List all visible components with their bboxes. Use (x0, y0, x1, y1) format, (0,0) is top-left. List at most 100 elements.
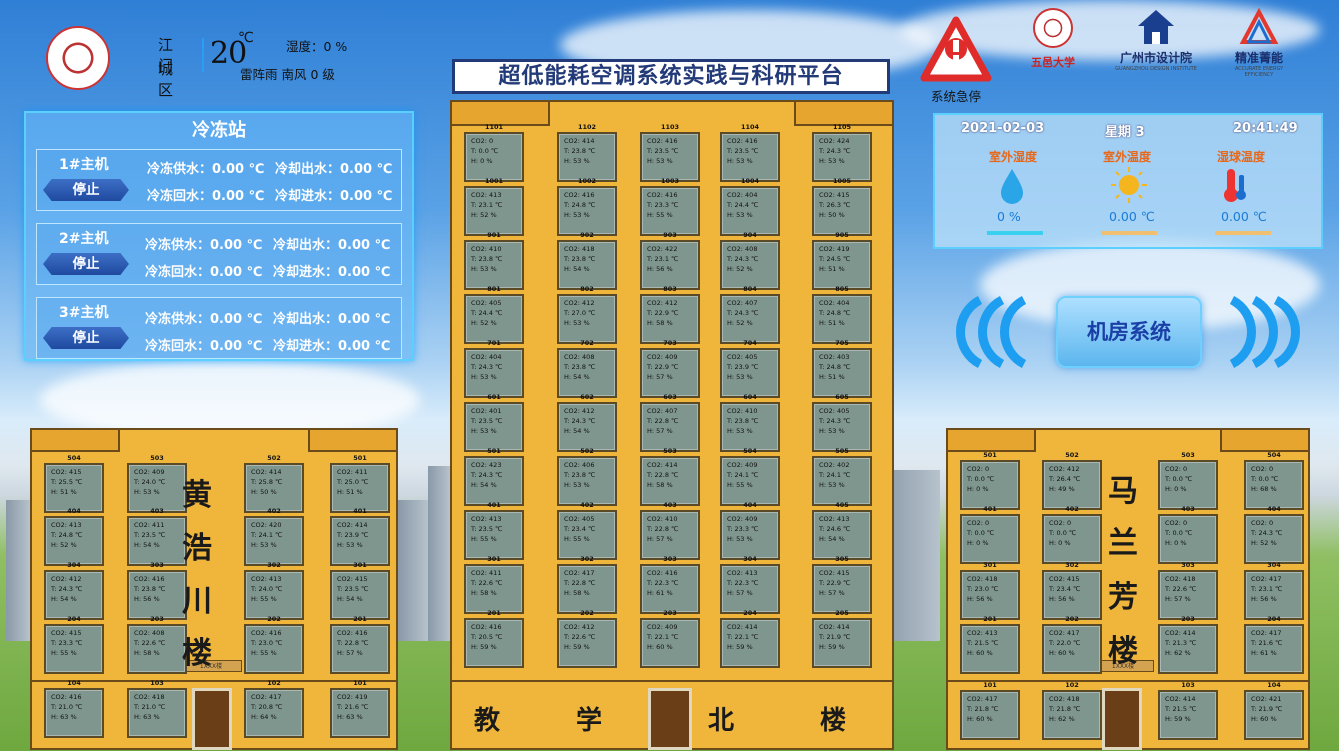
room-sensor-card[interactable]: CO2: 416 T: 23.5 ℃ H: 53 % (640, 132, 700, 182)
room-sensor-card[interactable]: CO2: 0 T: 24.3 ℃ H: 52 % (1244, 514, 1304, 564)
room-sensor-card[interactable]: CO2: 413 T: 24.6 ℃ H: 54 % (812, 510, 872, 560)
room-sensor-card[interactable]: CO2: 408 T: 22.6 ℃ H: 58 % (127, 624, 187, 674)
room-sensor-card[interactable]: CO2: 418 T: 23.8 ℃ H: 54 % (557, 240, 617, 290)
room-sensor-card[interactable]: CO2: 412 T: 27.0 ℃ H: 53 % (557, 294, 617, 344)
room-sensor-card[interactable]: CO2: 0 T: 0.0 ℃ H: 0 % (1042, 514, 1102, 564)
room-sensor-card[interactable]: CO2: 419 T: 21.6 ℃ H: 63 % (330, 688, 390, 738)
room-sensor-card[interactable]: CO2: 418 T: 23.0 ℃ H: 56 % (960, 570, 1020, 620)
room-sensor-card[interactable]: CO2: 408 T: 24.3 ℃ H: 52 % (720, 240, 780, 290)
room-sensor-card[interactable]: CO2: 412 T: 24.3 ℃ H: 54 % (44, 570, 104, 620)
room-sensor-card[interactable]: CO2: 412 T: 24.3 ℃ H: 54 % (557, 402, 617, 452)
room-sensor-card[interactable]: CO2: 415 T: 23.4 ℃ H: 56 % (1042, 570, 1102, 620)
room-sensor-card[interactable]: CO2: 415 T: 23.3 ℃ H: 55 % (44, 624, 104, 674)
room-sensor-card[interactable]: CO2: 416 T: 23.0 ℃ H: 55 % (244, 624, 304, 674)
room-sensor-card[interactable]: CO2: 417 T: 21.6 ℃ H: 61 % (1244, 624, 1304, 674)
room-sensor-card[interactable]: CO2: 416 T: 23.5 ℃ H: 53 % (720, 132, 780, 182)
room-sensor-card[interactable]: CO2: 416 T: 23.8 ℃ H: 56 % (127, 570, 187, 620)
room-sensor-card[interactable]: CO2: 414 T: 22.8 ℃ H: 58 % (640, 456, 700, 506)
room-sensor-card[interactable]: CO2: 414 T: 21.9 ℃ H: 59 % (812, 618, 872, 668)
room-sensor-card[interactable]: CO2: 410 T: 23.8 ℃ H: 53 % (464, 240, 524, 290)
room-sensor-card[interactable]: CO2: 405 T: 24.3 ℃ H: 53 % (812, 402, 872, 452)
room-sensor-card[interactable]: CO2: 0 T: 0.0 ℃ H: 0 % (1158, 460, 1218, 510)
room-sensor-card[interactable]: CO2: 405 T: 24.4 ℃ H: 52 % (464, 294, 524, 344)
room-sensor-card[interactable]: CO2: 412 T: 22.9 ℃ H: 58 % (640, 294, 700, 344)
room-sensor-card[interactable]: CO2: 415 T: 23.5 ℃ H: 54 % (330, 570, 390, 620)
room-sensor-card[interactable]: CO2: 405 T: 23.9 ℃ H: 53 % (720, 348, 780, 398)
room-sensor-card[interactable]: CO2: 0 T: 0.0 ℃ H: 0 % (960, 460, 1020, 510)
host-stop-button[interactable]: 停止 (43, 327, 129, 349)
room-sensor-card[interactable]: CO2: 415 T: 22.9 ℃ H: 57 % (812, 564, 872, 614)
room-sensor-card[interactable]: CO2: 410 T: 22.8 ℃ H: 57 % (640, 510, 700, 560)
cooling-in-temp: 冷却进水：0.00 ℃ (275, 189, 393, 204)
room-sensor-card[interactable]: CO2: 409 T: 24.1 ℃ H: 55 % (720, 456, 780, 506)
room-sensor-card[interactable]: CO2: 412 T: 22.6 ℃ H: 59 % (557, 618, 617, 668)
room-sensor-card[interactable]: CO2: 416 T: 21.0 ℃ H: 63 % (44, 688, 104, 738)
room-sensor-card[interactable]: CO2: 403 T: 24.8 ℃ H: 51 % (812, 348, 872, 398)
room-sensor-card[interactable]: CO2: 414 T: 23.8 ℃ H: 53 % (557, 132, 617, 182)
room-sensor-card[interactable]: CO2: 402 T: 24.1 ℃ H: 53 % (812, 456, 872, 506)
room-sensor-card[interactable]: CO2: 422 T: 23.1 ℃ H: 56 % (640, 240, 700, 290)
room-sensor-card[interactable]: CO2: 416 T: 24.8 ℃ H: 53 % (557, 186, 617, 236)
room-sensor-card[interactable]: CO2: 415 T: 25.5 ℃ H: 51 % (44, 463, 104, 513)
room-sensor-card[interactable]: CO2: 404 T: 24.3 ℃ H: 53 % (464, 348, 524, 398)
room-sensor-card[interactable]: CO2: 414 T: 25.8 ℃ H: 50 % (244, 463, 304, 513)
room-sensor-card[interactable]: CO2: 416 T: 20.5 ℃ H: 59 % (464, 618, 524, 668)
room-sensor-card[interactable]: CO2: 415 T: 26.3 ℃ H: 50 % (812, 186, 872, 236)
room-sensor-card[interactable]: CO2: 417 T: 22.0 ℃ H: 60 % (1042, 624, 1102, 674)
room-sensor-card[interactable]: CO2: 414 T: 21.5 ℃ H: 59 % (1158, 690, 1218, 740)
room-sensor-card[interactable]: CO2: 413 T: 23.1 ℃ H: 52 % (464, 186, 524, 236)
room-sensor-card[interactable]: CO2: 0 T: 0.0 ℃ H: 0 % (1158, 514, 1218, 564)
room-sensor-card[interactable]: CO2: 417 T: 21.8 ℃ H: 60 % (960, 690, 1020, 740)
room-sensor-card[interactable]: CO2: 411 T: 25.0 ℃ H: 51 % (330, 463, 390, 513)
room-sensor-card[interactable]: CO2: 409 T: 24.0 ℃ H: 53 % (127, 463, 187, 513)
room-sensor-card[interactable]: CO2: 420 T: 24.1 ℃ H: 53 % (244, 516, 304, 566)
room-sensor-card[interactable]: CO2: 417 T: 20.8 ℃ H: 64 % (244, 688, 304, 738)
room-sensor-card[interactable]: CO2: 0 T: 0.0 ℃ H: 68 % (1244, 460, 1304, 510)
room-sensor-card[interactable]: CO2: 413 T: 24.0 ℃ H: 55 % (244, 570, 304, 620)
room-sensor-card[interactable]: CO2: 413 T: 24.8 ℃ H: 52 % (44, 516, 104, 566)
machine-room-button[interactable]: 机房系统 (1056, 296, 1202, 368)
room-sensor-card[interactable]: CO2: 0 T: 0.0 ℃ H: 0 % (960, 514, 1020, 564)
room-sensor-card[interactable]: CO2: 413 T: 23.5 ℃ H: 55 % (464, 510, 524, 560)
host-stop-button[interactable]: 停止 (43, 253, 129, 275)
humidity-reading: H: 52 % (727, 319, 753, 327)
room-sensor-card[interactable]: CO2: 405 T: 23.4 ℃ H: 55 % (557, 510, 617, 560)
room-sensor-card[interactable]: CO2: 417 T: 23.1 ℃ H: 56 % (1244, 570, 1304, 620)
room-sensor-card[interactable]: CO2: 411 T: 23.5 ℃ H: 54 % (127, 516, 187, 566)
room-sensor-card[interactable]: CO2: 404 T: 24.4 ℃ H: 53 % (720, 186, 780, 236)
room-sensor-card[interactable]: CO2: 414 T: 22.1 ℃ H: 59 % (720, 618, 780, 668)
room-sensor-card[interactable]: CO2: 419 T: 24.5 ℃ H: 51 % (812, 240, 872, 290)
room-sensor-card[interactable]: CO2: 414 T: 23.9 ℃ H: 53 % (330, 516, 390, 566)
room-sensor-card[interactable]: CO2: 412 T: 26.4 ℃ H: 49 % (1042, 460, 1102, 510)
room-sensor-card[interactable]: CO2: 404 T: 24.8 ℃ H: 51 % (812, 294, 872, 344)
room-sensor-card[interactable]: CO2: 409 T: 22.1 ℃ H: 60 % (640, 618, 700, 668)
room-sensor-card[interactable]: CO2: 418 T: 21.0 ℃ H: 63 % (127, 688, 187, 738)
room-sensor-card[interactable]: CO2: 416 T: 23.3 ℃ H: 55 % (640, 186, 700, 236)
room-sensor-card[interactable]: CO2: 409 T: 22.9 ℃ H: 57 % (640, 348, 700, 398)
room-sensor-card[interactable]: CO2: 424 T: 24.3 ℃ H: 53 % (812, 132, 872, 182)
room-sensor-card[interactable]: CO2: 423 T: 24.3 ℃ H: 54 % (464, 456, 524, 506)
room-sensor-card[interactable]: CO2: 413 T: 22.3 ℃ H: 57 % (720, 564, 780, 614)
room-sensor-card[interactable]: CO2: 407 T: 22.8 ℃ H: 57 % (640, 402, 700, 452)
room-sensor-card[interactable]: CO2: 406 T: 23.8 ℃ H: 53 % (557, 456, 617, 506)
room-sensor-card[interactable]: CO2: 0 T: 0.0 ℃ H: 0 % (464, 132, 524, 182)
room-sensor-card[interactable]: CO2: 418 T: 22.6 ℃ H: 57 % (1158, 570, 1218, 620)
room-sensor-card[interactable]: CO2: 401 T: 23.5 ℃ H: 53 % (464, 402, 524, 452)
room-sensor-card[interactable]: CO2: 416 T: 22.3 ℃ H: 61 % (640, 564, 700, 614)
room-sensor-card[interactable]: CO2: 409 T: 23.3 ℃ H: 53 % (720, 510, 780, 560)
room-sensor-card[interactable]: CO2: 411 T: 22.6 ℃ H: 58 % (464, 564, 524, 614)
room-number: 501 (487, 447, 501, 455)
room-sensor-card[interactable]: CO2: 418 T: 21.8 ℃ H: 62 % (1042, 690, 1102, 740)
emergency-stop-button[interactable]: 系统急停 (920, 16, 992, 104)
room-sensor-card[interactable]: CO2: 407 T: 24.3 ℃ H: 52 % (720, 294, 780, 344)
room-sensor-card[interactable]: CO2: 421 T: 21.9 ℃ H: 60 % (1244, 690, 1304, 740)
room-sensor-card[interactable]: CO2: 413 T: 21.5 ℃ H: 60 % (960, 624, 1020, 674)
room-sensor-card[interactable]: CO2: 408 T: 23.8 ℃ H: 54 % (557, 348, 617, 398)
humidity-reading: H: 53 % (727, 535, 753, 543)
room-sensor-card[interactable]: CO2: 414 T: 21.3 ℃ H: 62 % (1158, 624, 1218, 674)
room-sensor-card[interactable]: CO2: 410 T: 23.8 ℃ H: 53 % (720, 402, 780, 452)
room-sensor-card[interactable]: CO2: 416 T: 22.8 ℃ H: 57 % (330, 624, 390, 674)
room-sensor-card[interactable]: CO2: 417 T: 22.8 ℃ H: 58 % (557, 564, 617, 614)
room-number: 1005 (832, 177, 852, 185)
host-stop-button[interactable]: 停止 (43, 179, 129, 201)
